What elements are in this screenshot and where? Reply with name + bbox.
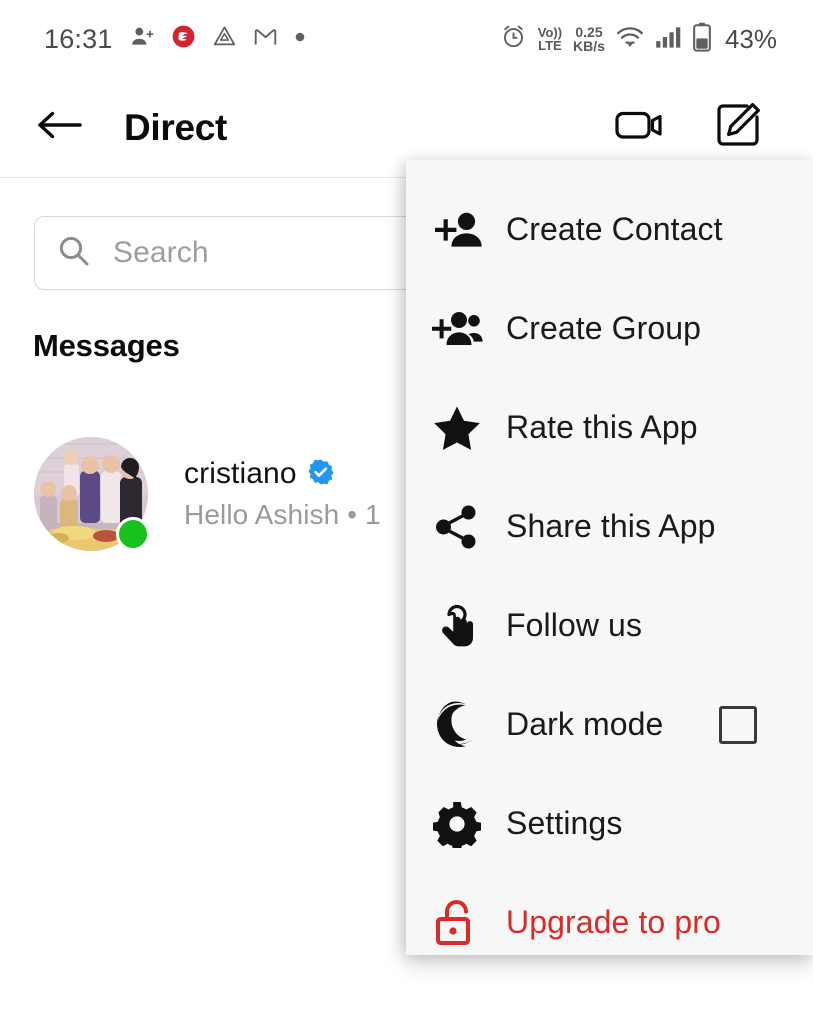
battery-percent-label: 43% [724,23,777,54]
status-time: 16:31 [44,23,113,54]
star-icon [430,401,484,455]
video-camera-icon [614,105,666,150]
network-speed-indicator: 0.25 KB/s [573,25,605,53]
status-bar-right: Vo)) LTE 0.25 KB/s 43% [500,22,777,57]
drive-triangle-icon [212,24,237,54]
network-speed-value: 0.25 [575,24,603,40]
menu-item-label: Create Contact [506,211,723,247]
group-add-icon [430,302,484,356]
back-button[interactable] [32,101,86,155]
menu-item-dark-mode[interactable]: Dark mode [406,675,813,774]
message-name-line: cristiano [184,457,381,491]
menu-item-rate-this-app[interactable]: Rate this App [406,378,813,477]
person-add-icon [430,203,484,257]
volte-icon: Vo)) LTE [538,26,562,52]
menu-item-upgrade-to-pro[interactable]: Upgrade to pro [406,873,813,972]
video-call-button[interactable] [611,99,669,157]
battery-icon [692,22,712,57]
menu-item-label: Follow us [506,607,643,643]
menu-item-label: Rate this App [506,409,698,445]
compose-message-button[interactable] [709,99,767,157]
moon-icon [430,698,484,752]
search-placeholder: Search [113,236,209,269]
menu-item-label: Settings [506,805,623,841]
volte-bottom-label: LTE [538,38,562,53]
person-add-icon [129,24,155,55]
share-icon [430,500,484,554]
compose-edit-icon [714,101,762,154]
dot-icon [294,30,306,48]
gear-icon [430,797,484,851]
app-red-circle-icon [171,24,196,54]
menu-item-follow-us[interactable]: Follow us [406,576,813,675]
touch-hand-icon [430,599,484,653]
menu-item-label: Create Group [506,310,702,346]
menu-item-create-group[interactable]: Create Group [406,279,813,378]
app-bar-actions [611,99,767,157]
menu-item-share-this-app[interactable]: Share this App [406,477,813,576]
status-bar: 16:31 Vo)) LTE 0.25 KB/s 43% [0,0,813,78]
unlock-padlock-icon [430,896,484,950]
message-text-group: cristiano Hello Ashish • 1 [184,457,381,531]
back-arrow-icon [36,108,82,147]
wifi-icon [616,25,644,54]
contact-name: cristiano [184,457,297,490]
dark-mode-checkbox[interactable] [719,705,757,744]
page-title: Direct [124,106,228,148]
menu-item-settings[interactable]: Settings [406,774,813,873]
gmail-icon [253,24,278,54]
alarm-icon [500,23,527,55]
online-status-dot [116,517,150,551]
cellular-signal-icon [655,25,681,54]
overflow-menu: Create Contact Create Group Rate this Ap… [406,160,813,955]
network-speed-unit: KB/s [573,38,605,54]
status-bar-left: 16:31 [44,24,306,55]
messages-section-title: Messages [33,328,180,363]
verified-badge-icon [307,458,335,491]
menu-item-label: Share this App [506,508,716,544]
menu-item-label: Upgrade to pro [506,904,721,940]
menu-item-create-contact[interactable]: Create Contact [406,180,813,279]
menu-item-label: Dark mode [506,706,664,742]
avatar[interactable] [34,437,150,551]
message-preview: Hello Ashish • 1 [184,499,381,530]
search-icon [57,234,91,273]
